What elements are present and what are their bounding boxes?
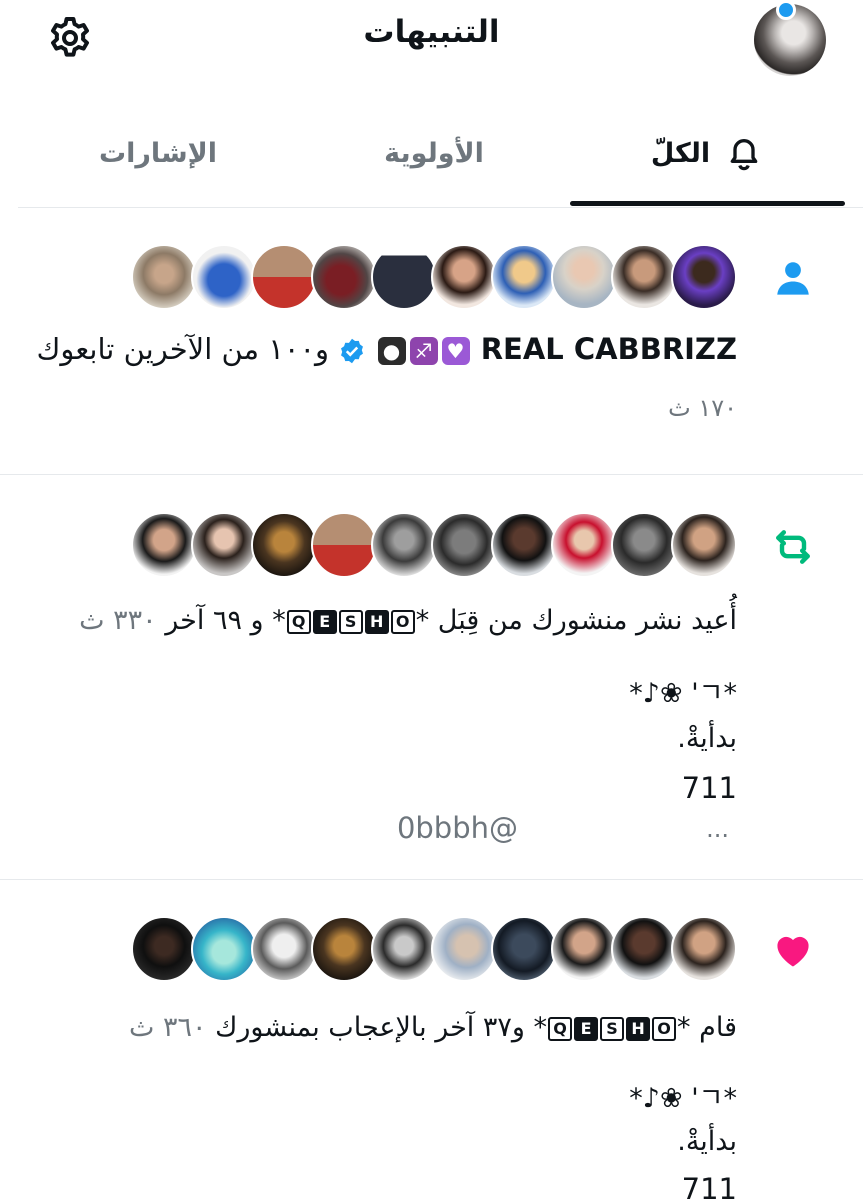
follow-text: و١٠٠ من الآخرين تابعوك: [36, 332, 330, 366]
bell-icon: [730, 139, 758, 171]
timestamp: ٣٣٠ ث: [79, 605, 157, 636]
tab-label: الإشارات: [99, 137, 217, 169]
notification-like[interactable]: قام *Q E S H O* و٣٧ آخر بالإعجاب بمنشورك ٣٦٠…: [0, 880, 863, 1199]
notification-text: REAL CABBRIZZ ♥♐● و١٠٠ من الآخرين تابعوك: [37, 332, 737, 366]
tab-all[interactable]: الكلّ: [570, 100, 845, 206]
avatar[interactable]: [131, 244, 197, 310]
name-letter: H: [364, 609, 389, 634]
verified-badge-icon: [341, 338, 364, 364]
timestamp: ١٧٠ ث: [668, 394, 737, 422]
tab-label: الأولوية: [384, 137, 484, 169]
active-tab-indicator: [570, 201, 845, 206]
name-letter: S: [600, 1016, 625, 1041]
name-letter: Q: [286, 609, 311, 634]
sagittarius-icon: ♐: [409, 337, 438, 365]
avatar[interactable]: [191, 916, 257, 982]
timestamp: ٣٦٠ ث: [129, 1012, 207, 1043]
name-letter: E: [574, 1016, 599, 1041]
top-bar: التنبيهات: [0, 0, 863, 80]
avatar[interactable]: [611, 512, 677, 578]
tab-mentions[interactable]: الإشارات: [18, 100, 298, 206]
post-handle[interactable]: @0bbbh: [397, 811, 518, 845]
repost-text-suffix: و ٦٩ آخر: [165, 605, 264, 636]
name-letter: H: [626, 1016, 651, 1041]
user-name[interactable]: *Q E S H O*: [534, 1012, 691, 1043]
tab-priority[interactable]: الأولوية: [298, 100, 570, 206]
post-line: 711: [681, 1172, 737, 1199]
repost-icon: [776, 530, 810, 564]
type-icon-wrap: [771, 928, 815, 972]
avatar[interactable]: [551, 512, 617, 578]
page-title: التنبيهات: [363, 14, 500, 50]
avatar[interactable]: [491, 512, 557, 578]
user-name[interactable]: REAL CABBRIZZ: [481, 332, 737, 366]
avatar[interactable]: [611, 916, 677, 982]
unread-dot: [776, 0, 796, 20]
avatar[interactable]: [611, 244, 677, 310]
post-line: *ㄱ' ❀♪*: [629, 1083, 737, 1114]
avatar[interactable]: [311, 916, 377, 982]
like-text-prefix: قام: [699, 1012, 737, 1043]
purple-heart-icon: ♥: [441, 337, 470, 365]
avatar[interactable]: [671, 512, 737, 578]
tab-label: الكلّ: [650, 137, 711, 169]
avatar[interactable]: [371, 512, 437, 578]
notification-text: قام *Q E S H O* و٣٧ آخر بالإعجاب بمنشورك ٣٦٠…: [129, 1012, 737, 1043]
notification-follow[interactable]: REAL CABBRIZZ ♥♐● و١٠٠ من الآخرين تابعوك…: [0, 208, 863, 475]
notification-text: أُعيد نشر منشورك من قِبَل *Q E S H O* و ٦٩ آ…: [79, 605, 737, 636]
heart-icon: [777, 936, 809, 967]
avatar[interactable]: [251, 512, 317, 578]
avatar[interactable]: [251, 916, 317, 982]
avatar[interactable]: [551, 916, 617, 982]
name-letter: O: [390, 609, 415, 634]
avatar-stack: [131, 512, 737, 578]
avatar[interactable]: [251, 244, 317, 310]
avatar[interactable]: [431, 512, 497, 578]
post-line: 711: [681, 771, 737, 805]
name-letter: E: [312, 609, 337, 634]
like-text-suffix: و٣٧ آخر بالإعجاب بمنشورك: [215, 1012, 525, 1043]
notification-tabs: الكلّ الأولوية الإشارات: [18, 100, 863, 208]
avatar[interactable]: [491, 916, 557, 982]
more-indicator: ...: [706, 815, 729, 843]
avatar[interactable]: [671, 916, 737, 982]
avatar[interactable]: [431, 244, 497, 310]
avatar[interactable]: [191, 512, 257, 578]
person-icon: [777, 262, 809, 295]
avatar[interactable]: [311, 244, 377, 310]
avatar[interactable]: [671, 244, 737, 310]
notification-repost[interactable]: أُعيد نشر منشورك من قِبَل *Q E S H O* و ٦٩ آ…: [0, 475, 863, 880]
post-line: بدأيةْ.: [677, 1126, 737, 1157]
type-icon-wrap: [771, 256, 815, 300]
name-letter: S: [338, 609, 363, 634]
avatar[interactable]: [371, 244, 437, 310]
avatar[interactable]: [131, 512, 197, 578]
repost-text-prefix: أُعيد نشر منشورك من قِبَل: [437, 605, 737, 636]
ninja-icon: ●: [377, 337, 406, 365]
avatar-stack: [131, 916, 737, 982]
avatar[interactable]: [311, 512, 377, 578]
user-name[interactable]: *Q E S H O*: [272, 605, 429, 636]
type-icon-wrap: [771, 525, 815, 569]
avatar[interactable]: [131, 916, 197, 982]
post-line: *ㄱ' ❀♪*: [629, 678, 737, 709]
avatar[interactable]: [191, 244, 257, 310]
avatar[interactable]: [431, 916, 497, 982]
avatar-stack: [131, 244, 737, 310]
avatar[interactable]: [551, 244, 617, 310]
avatar[interactable]: [491, 244, 557, 310]
name-letter: O: [652, 1016, 677, 1041]
avatar[interactable]: [371, 916, 437, 982]
name-letter: Q: [548, 1016, 573, 1041]
post-line: بدأيةْ.: [677, 723, 737, 754]
